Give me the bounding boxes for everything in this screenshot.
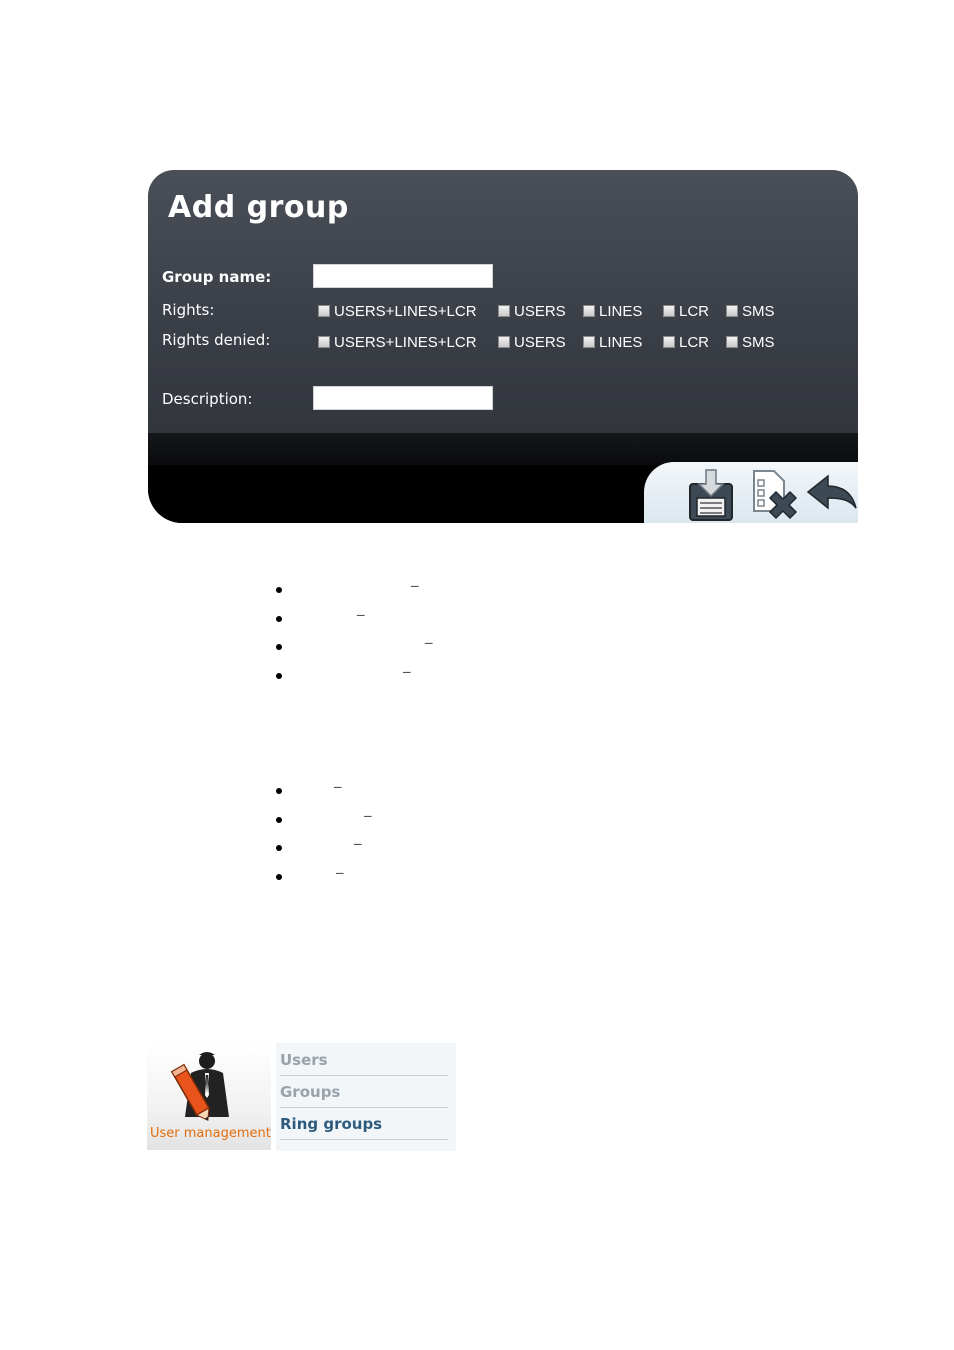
dash: – [357, 606, 365, 623]
user-management-icon [170, 1052, 229, 1121]
checkbox-box[interactable] [318, 305, 330, 317]
list-item: – [276, 635, 476, 666]
delete-icon[interactable] [748, 468, 800, 520]
user-management-tile[interactable]: User management [147, 1043, 271, 1150]
list-item: – [276, 807, 476, 839]
dash: – [403, 663, 411, 680]
checkbox-box[interactable] [318, 336, 330, 348]
denied-checkbox-users[interactable]: USERS [498, 332, 566, 352]
save-icon[interactable] [686, 468, 738, 521]
menu-item-ring-groups[interactable]: Ring groups [280, 1109, 448, 1140]
checkbox-box[interactable] [583, 336, 595, 348]
panel-toolbar [644, 462, 858, 523]
denied-checkbox-users-lines-lcr[interactable]: USERS+LINES+LCR [318, 332, 477, 352]
checkbox-box[interactable] [663, 336, 675, 348]
checkbox-box[interactable] [583, 305, 595, 317]
dash: – [411, 578, 419, 594]
checkbox-box[interactable] [726, 336, 738, 348]
checkbox-label: SMS [742, 333, 775, 351]
checkbox-label: USERS+LINES+LCR [334, 333, 477, 351]
dash: – [425, 635, 433, 651]
list-item: – [276, 663, 476, 695]
panel-title: Add group [168, 190, 349, 225]
denied-checkbox-lcr[interactable]: LCR [663, 332, 709, 352]
menu-item-groups[interactable]: Groups [280, 1077, 448, 1108]
rights-checkbox-sms[interactable]: SMS [726, 301, 775, 321]
description-label: Description: [162, 390, 253, 408]
denied-checkbox-sms[interactable]: SMS [726, 332, 775, 352]
checkbox-label: USERS+LINES+LCR [334, 302, 477, 320]
list-item: – [276, 836, 476, 867]
rights-checkbox-users[interactable]: USERS [498, 301, 566, 321]
checkbox-box[interactable] [498, 336, 510, 348]
bullet-dot [276, 788, 282, 794]
list-item: – [276, 578, 476, 609]
denied-checkbox-lines[interactable]: LINES [583, 332, 642, 352]
rights-checkbox-lines[interactable]: LINES [583, 301, 642, 321]
bullet-dot [276, 672, 282, 679]
group-name-input[interactable] [313, 264, 493, 288]
bullet-dot [276, 873, 282, 880]
checkbox-label: USERS [514, 333, 566, 351]
rights-checkbox-users-lines-lcr[interactable]: USERS+LINES+LCR [318, 301, 477, 321]
user-management-menu: User management Users Groups Ring groups [147, 1043, 456, 1151]
list-item: – [276, 606, 476, 638]
dash: – [364, 807, 372, 824]
list-item: – [276, 864, 476, 896]
rights-checkbox-lcr[interactable]: LCR [663, 301, 709, 321]
add-group-panel: Add group Group name: Rights: USERS+LINE… [148, 170, 858, 523]
rights-denied-label: Rights denied: [162, 331, 271, 349]
user-management-submenu: Users Groups Ring groups [276, 1043, 456, 1151]
list-item: – [276, 779, 476, 810]
bullet-dot [276, 816, 282, 823]
bullet-dot [276, 845, 282, 851]
dash: – [336, 864, 344, 881]
checkbox-label: USERS [514, 302, 566, 320]
description-input[interactable] [313, 386, 493, 410]
checkbox-box[interactable] [726, 305, 738, 317]
checkbox-box[interactable] [663, 305, 675, 317]
rights-label: Rights: [162, 301, 215, 319]
footer-band [148, 433, 858, 465]
bullet-dot [276, 587, 282, 593]
dash: – [334, 779, 342, 795]
checkbox-box[interactable] [498, 305, 510, 317]
checkbox-label: SMS [742, 302, 775, 320]
back-icon[interactable] [806, 468, 858, 520]
group-name-label: Group name: [162, 268, 272, 286]
bullet-list-b: – – – – [276, 779, 476, 896]
menu-item-users[interactable]: Users [280, 1045, 448, 1076]
dash: – [354, 836, 362, 852]
checkbox-label: LINES [599, 333, 643, 351]
checkbox-label: LINES [599, 302, 643, 320]
bullet-list-a: – – – – [276, 578, 476, 695]
checkbox-label: LCR [679, 302, 710, 320]
checkbox-label: LCR [679, 333, 710, 351]
bullet-dot [276, 615, 282, 622]
user-management-caption: User management [150, 1126, 271, 1141]
bullet-dot [276, 644, 282, 650]
